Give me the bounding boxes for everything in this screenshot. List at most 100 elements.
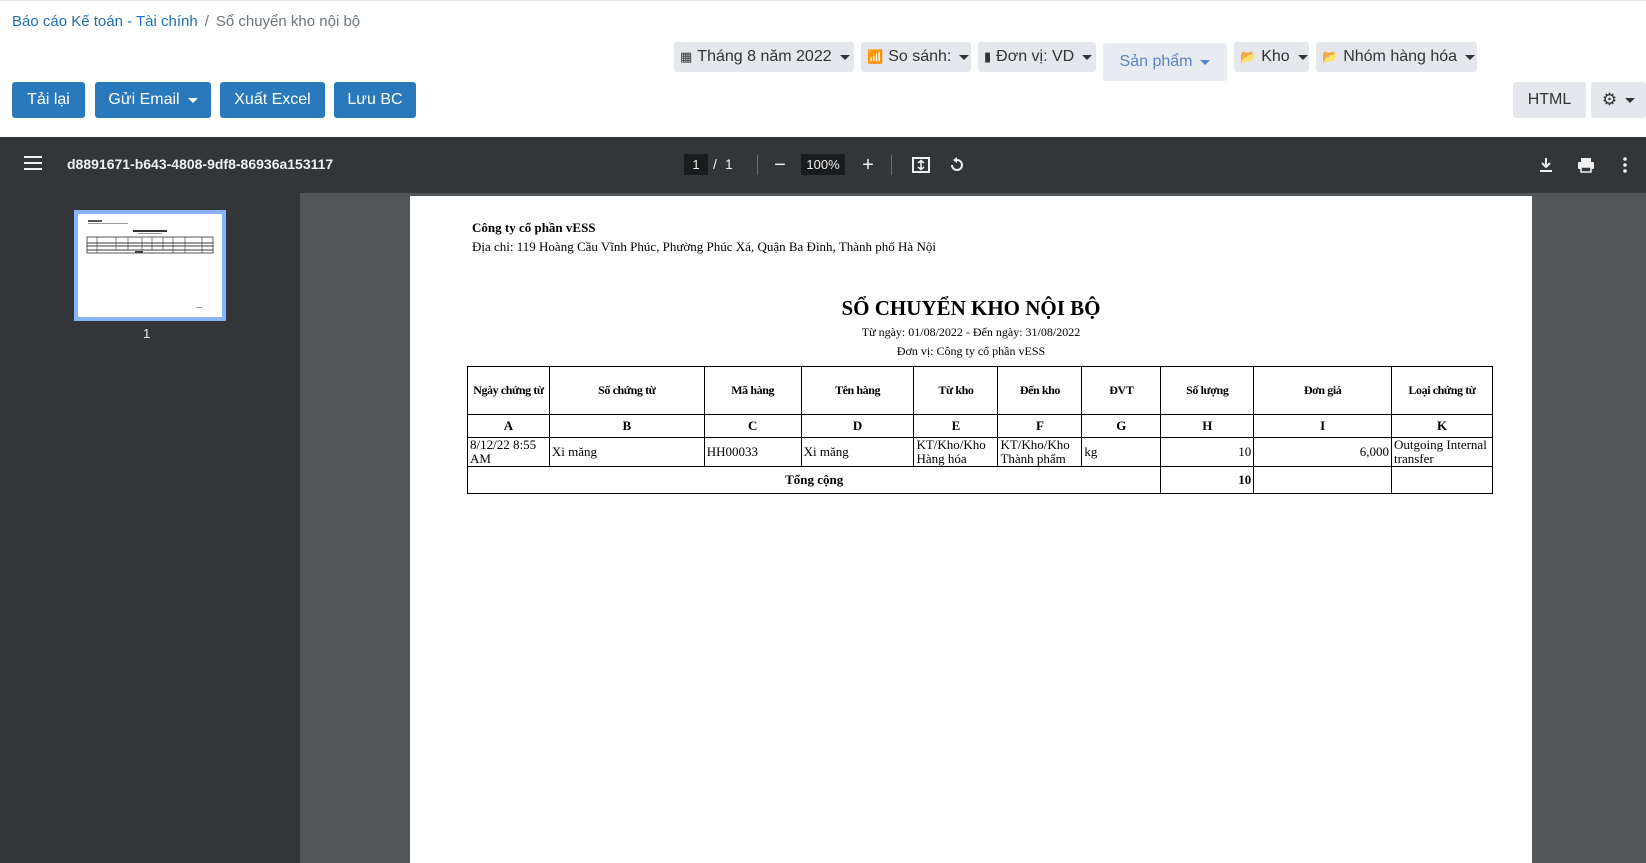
thumbnail-sidebar: 1 bbox=[0, 193, 300, 863]
send-email-label: Gửi Email bbox=[108, 91, 180, 108]
cell-unit: kg bbox=[1081, 437, 1162, 467]
bar-chart-icon: 📶 bbox=[867, 49, 884, 64]
save-report-button[interactable]: Lưu BC bbox=[334, 82, 416, 118]
folder-open-icon: 📂 bbox=[1322, 49, 1339, 64]
column-header: Loại chứng từ bbox=[1391, 366, 1493, 415]
column-letter: E bbox=[913, 414, 999, 438]
cell-document-date: 8/12/22 8:55 AM bbox=[467, 437, 550, 467]
thumbnail-page-number: 1 bbox=[143, 326, 151, 341]
zoom-out-icon[interactable]: − bbox=[766, 151, 794, 179]
column-letter: F bbox=[997, 414, 1083, 438]
document-title: d8891671-b643-4808-9df8-86936a153117 bbox=[67, 156, 334, 172]
total-quantity: 10 bbox=[1160, 466, 1255, 494]
column-letter: C bbox=[703, 414, 802, 438]
warehouse-filter-label: Kho bbox=[1261, 48, 1290, 65]
breadcrumb-root-link[interactable]: Báo cáo Kế toán - Tài chính bbox=[12, 13, 198, 30]
column-letter: G bbox=[1081, 414, 1162, 438]
column-header: Ngày chứng từ bbox=[467, 366, 550, 415]
settings-button[interactable]: ⚙ bbox=[1591, 82, 1646, 118]
column-header: ĐVT bbox=[1081, 366, 1162, 415]
chevron-down-icon bbox=[1082, 54, 1093, 60]
chevron-down-icon bbox=[1200, 59, 1211, 65]
cell-quantity: 10 bbox=[1160, 437, 1255, 467]
chevron-down-icon bbox=[959, 54, 970, 60]
page-thumbnail[interactable] bbox=[74, 210, 226, 321]
cell-item-code: HH00033 bbox=[703, 437, 802, 467]
menu-icon[interactable] bbox=[24, 156, 42, 172]
cell-document-type: Outgoing Internal transfer bbox=[1391, 437, 1493, 467]
column-letter: I bbox=[1253, 414, 1393, 438]
period-filter-label: Tháng 8 năm 2022 bbox=[697, 48, 832, 65]
cell-item-name: Xi măng bbox=[800, 437, 915, 467]
zoom-level-input[interactable]: 100% bbox=[801, 154, 845, 175]
toolbar-divider bbox=[891, 155, 892, 175]
column-letter: D bbox=[800, 414, 915, 438]
compare-filter-label: So sánh: bbox=[888, 48, 952, 65]
total-row: Tổng cộng 10 bbox=[466, 466, 1493, 494]
column-header: Số chứng từ bbox=[548, 366, 705, 415]
period-filter[interactable]: ▦ Tháng 8 năm 2022 bbox=[674, 42, 854, 72]
app-header: Báo cáo Kế toán - Tài chính / Sổ chuyển kh… bbox=[0, 0, 1646, 137]
column-letter: H bbox=[1160, 414, 1255, 438]
product-filter-label: Sản phẩm bbox=[1119, 53, 1193, 70]
pdf-toolbar: d8891671-b643-4808-9df8-86936a153117 1 /… bbox=[0, 137, 1646, 193]
product-group-filter[interactable]: 📂 Nhóm hàng hóa bbox=[1316, 42, 1477, 72]
table-header-row: Ngày chứng từ Số chứng từ Mã hàng Tên hà… bbox=[467, 366, 1493, 415]
cell-to-warehouse: KT/Kho/Kho Thành phẩm bbox=[997, 437, 1083, 467]
column-letter-row: A B C D E F G H I K bbox=[467, 414, 1493, 438]
export-excel-button[interactable]: Xuất Excel bbox=[220, 82, 325, 118]
breadcrumb-current: Sổ chuyển kho nội bộ bbox=[215, 13, 361, 30]
product-filter[interactable]: Sản phẩm bbox=[1103, 43, 1227, 81]
warehouse-filter[interactable]: 📂 Kho bbox=[1234, 42, 1309, 72]
send-email-button[interactable]: Gửi Email bbox=[95, 82, 211, 118]
report-date-range: Từ ngày: 01/08/2022 - Đến ngày: 31/08/20… bbox=[861, 325, 1081, 339]
total-unit-price bbox=[1253, 466, 1393, 494]
column-header: Số lượng bbox=[1160, 366, 1255, 415]
product-group-filter-label: Nhóm hàng hóa bbox=[1343, 48, 1458, 65]
pdf-page: Công ty cổ phần vESS Địa chỉ: 119 Hoàng … bbox=[410, 196, 1532, 863]
column-header: Tên hàng bbox=[800, 366, 915, 415]
column-letter: A bbox=[467, 414, 550, 438]
reload-button[interactable]: Tải lại bbox=[12, 82, 85, 118]
company-name: Công ty cổ phần vESS bbox=[472, 220, 596, 235]
print-icon[interactable] bbox=[1572, 151, 1600, 179]
report-table: Ngày chứng từ Số chứng từ Mã hàng Tên hà… bbox=[466, 366, 1493, 494]
page-total: 1 bbox=[725, 156, 733, 172]
rotate-icon[interactable] bbox=[943, 151, 971, 179]
toolbar-divider bbox=[757, 155, 758, 175]
breadcrumb: Báo cáo Kế toán - Tài chính / Sổ chuyển kh… bbox=[12, 13, 360, 30]
download-icon[interactable] bbox=[1532, 151, 1560, 179]
unit-filter[interactable]: ▮ Đơn vị: VD bbox=[978, 42, 1096, 72]
page-number-input[interactable]: 1 bbox=[684, 154, 708, 175]
unit-filter-label: Đơn vị: VD bbox=[996, 48, 1075, 65]
fit-page-icon[interactable] bbox=[907, 151, 935, 179]
zoom-in-icon[interactable]: + bbox=[854, 151, 882, 179]
chevron-down-icon bbox=[1625, 97, 1636, 103]
pdf-viewer: d8891671-b643-4808-9df8-86936a153117 1 /… bbox=[0, 137, 1646, 863]
gear-icon: ⚙ bbox=[1601, 90, 1618, 109]
chevron-down-icon bbox=[839, 54, 850, 60]
column-letter: K bbox=[1391, 414, 1493, 438]
compare-filter[interactable]: 📶 So sánh: bbox=[861, 42, 971, 72]
cell-from-warehouse: KT/Kho/Kho Hàng hóa bbox=[913, 437, 999, 467]
breadcrumb-separator: / bbox=[204, 13, 209, 30]
column-header: Từ kho bbox=[913, 366, 999, 415]
cell-unit-price: 6,000 bbox=[1253, 437, 1393, 467]
column-header: Đến kho bbox=[997, 366, 1083, 415]
html-button[interactable]: HTML bbox=[1513, 82, 1586, 118]
column-header: Đơn giá bbox=[1253, 366, 1393, 415]
column-header: Mã hàng bbox=[703, 366, 802, 415]
cell-document-number: Xi măng bbox=[548, 437, 705, 467]
chevron-down-icon bbox=[1465, 54, 1476, 60]
column-letter: B bbox=[548, 414, 705, 438]
calendar-icon: ▦ bbox=[680, 49, 693, 64]
chevron-down-icon bbox=[187, 97, 198, 103]
company-address: Địa chỉ: 119 Hoàng Cầu Vĩnh Phúc, Phường… bbox=[472, 239, 936, 254]
total-document-type bbox=[1391, 466, 1493, 494]
chevron-down-icon bbox=[1297, 54, 1308, 60]
folder-open-icon: 📂 bbox=[1240, 49, 1257, 64]
total-label: Tổng cộng bbox=[466, 466, 1162, 494]
more-options-icon[interactable] bbox=[1611, 151, 1639, 179]
report-unit: Đơn vị: Công ty cổ phần vESS bbox=[896, 344, 1046, 358]
table-row: 8/12/22 8:55 AM Xi măng HH00033 Xi măng … bbox=[467, 437, 1493, 467]
